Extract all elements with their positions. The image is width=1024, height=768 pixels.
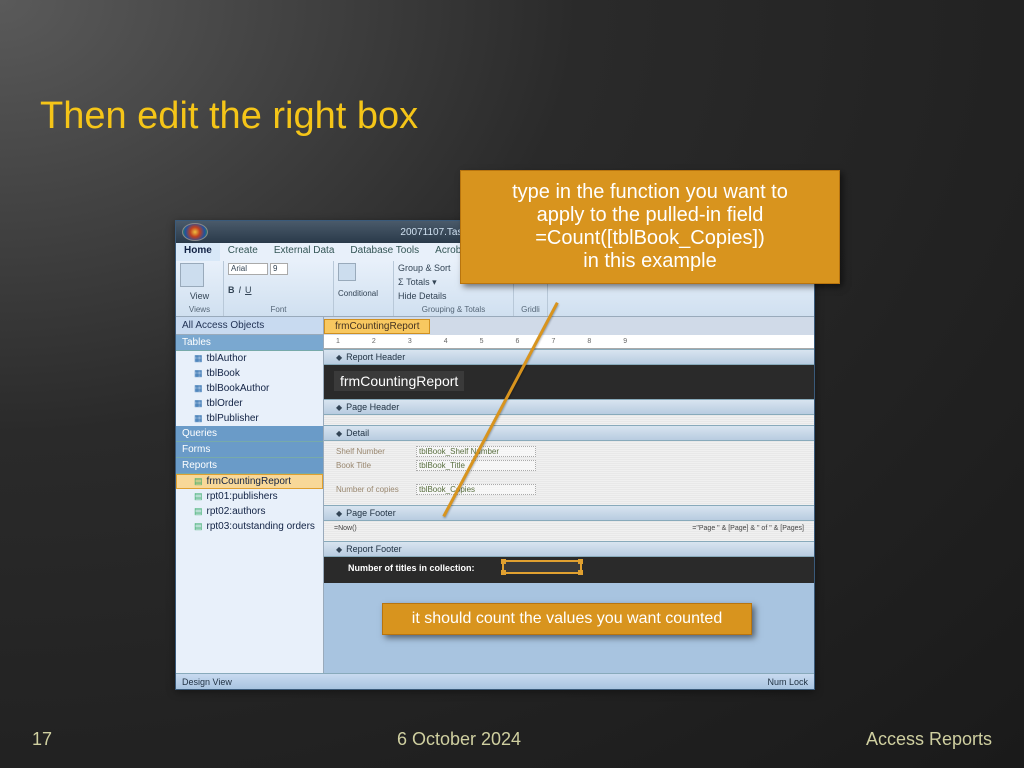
object-tab[interactable]: frmCountingReport bbox=[324, 319, 430, 334]
nav-section-forms[interactable]: Forms bbox=[176, 442, 323, 458]
totals-button[interactable]: Σ Totals ▾ bbox=[398, 277, 437, 288]
now-expression[interactable]: =Now() bbox=[334, 525, 357, 532]
callout-top: type in the function you want to apply t… bbox=[460, 170, 840, 284]
nav-item-rpt02[interactable]: rpt02:authors bbox=[176, 504, 323, 519]
object-tab-strip: frmCountingReport bbox=[324, 317, 814, 335]
gridlines-label: Gridli bbox=[518, 305, 543, 314]
nav-item-tblbookauthor[interactable]: tblBookAuthor bbox=[176, 381, 323, 396]
section-page-footer[interactable]: Page Footer bbox=[324, 505, 814, 521]
callout-bottom: it should count the values you want coun… bbox=[382, 603, 752, 635]
status-left: Design View bbox=[182, 677, 232, 687]
section-report-header[interactable]: Report Header bbox=[324, 349, 814, 365]
ruler: 1 2 3 4 5 6 7 8 9 bbox=[324, 335, 814, 349]
views-group-label: Views bbox=[180, 305, 219, 314]
font-name-input[interactable]: Arial bbox=[228, 263, 268, 275]
nav-header[interactable]: All Access Objects bbox=[176, 317, 323, 335]
label-title[interactable]: Book Title bbox=[336, 461, 371, 470]
tab-database-tools[interactable]: Database Tools bbox=[342, 243, 427, 261]
slide-footer: 17 6 October 2024 Access Reports bbox=[0, 729, 1024, 750]
report-title-control[interactable]: frmCountingReport bbox=[334, 371, 464, 391]
group-sort-button[interactable]: Group & Sort bbox=[398, 263, 451, 273]
bold-button[interactable]: B bbox=[228, 285, 235, 295]
view-label: View bbox=[180, 291, 219, 301]
nav-section-reports[interactable]: Reports bbox=[176, 458, 323, 474]
section-page-header[interactable]: Page Header bbox=[324, 399, 814, 415]
nav-item-tblorder[interactable]: tblOrder bbox=[176, 396, 323, 411]
label-shelf[interactable]: Shelf Number bbox=[336, 447, 385, 456]
nav-item-tblbook[interactable]: tblBook bbox=[176, 366, 323, 381]
hide-details-button[interactable]: Hide Details bbox=[398, 291, 447, 301]
slide-date: 6 October 2024 bbox=[397, 729, 521, 750]
navigation-pane: All Access Objects Tables tblAuthor tblB… bbox=[176, 317, 324, 673]
nav-item-frmcountingreport[interactable]: frmCountingReport bbox=[176, 474, 323, 489]
label-copies[interactable]: Number of copies bbox=[336, 485, 399, 494]
field-title[interactable]: tblBook_Title bbox=[416, 460, 536, 471]
slide-topic: Access Reports bbox=[866, 729, 992, 750]
office-button-icon[interactable] bbox=[182, 223, 208, 241]
nav-section-tables[interactable]: Tables bbox=[176, 335, 323, 351]
nav-item-tblpublisher[interactable]: tblPublisher bbox=[176, 411, 323, 426]
tab-home[interactable]: Home bbox=[176, 243, 220, 261]
section-report-footer[interactable]: Report Footer bbox=[324, 541, 814, 557]
grouping-group-label: Grouping & Totals bbox=[398, 305, 509, 314]
field-copies[interactable]: tblBook_Copies bbox=[416, 484, 536, 495]
font-size-input[interactable]: 9 bbox=[270, 263, 288, 275]
report-footer-label[interactable]: Number of titles in collection: bbox=[348, 563, 475, 573]
nav-item-rpt03[interactable]: rpt03:outstanding orders bbox=[176, 519, 323, 534]
conditional-label: Conditional bbox=[338, 289, 389, 298]
nav-section-queries[interactable]: Queries bbox=[176, 426, 323, 442]
count-textbox[interactable] bbox=[502, 560, 582, 574]
nav-item-tblauthor[interactable]: tblAuthor bbox=[176, 351, 323, 366]
section-detail[interactable]: Detail bbox=[324, 425, 814, 441]
nav-item-rpt01[interactable]: rpt01:publishers bbox=[176, 489, 323, 504]
slide-number: 17 bbox=[32, 729, 52, 750]
view-icon[interactable] bbox=[180, 263, 204, 287]
status-right: Num Lock bbox=[767, 677, 808, 687]
font-group-label: Font bbox=[228, 305, 329, 314]
tab-external-data[interactable]: External Data bbox=[266, 243, 343, 261]
pages-expression[interactable]: ="Page " & [Page] & " of " & [Pages] bbox=[692, 525, 804, 532]
italic-button[interactable]: I bbox=[239, 285, 242, 295]
conditional-icon[interactable] bbox=[338, 263, 356, 281]
slide-title: Then edit the right box bbox=[40, 95, 418, 138]
tab-create[interactable]: Create bbox=[220, 243, 266, 261]
underline-button[interactable]: U bbox=[245, 285, 252, 295]
status-bar: Design View Num Lock bbox=[176, 673, 814, 689]
